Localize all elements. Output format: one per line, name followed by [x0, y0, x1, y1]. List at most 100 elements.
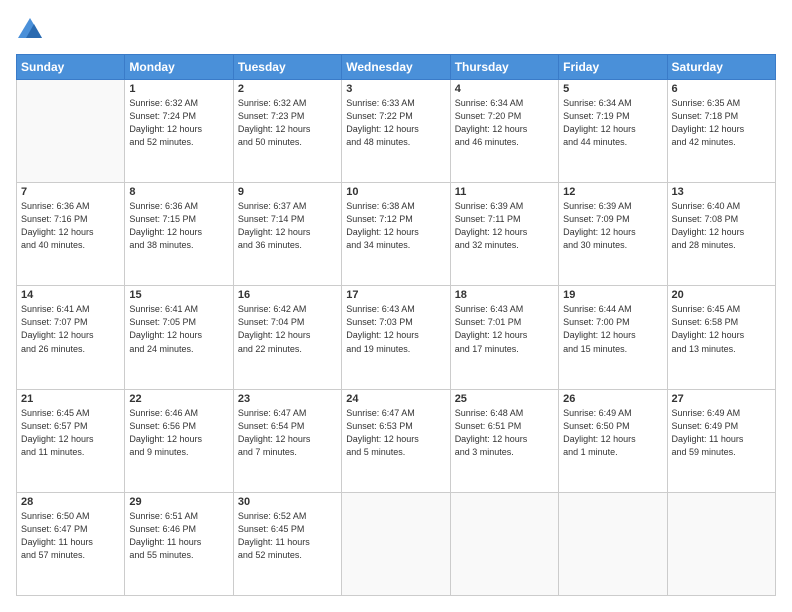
day-info: Sunrise: 6:45 AMSunset: 6:58 PMDaylight:…	[672, 303, 771, 355]
calendar-cell: 25 Sunrise: 6:48 AMSunset: 6:51 PMDayligh…	[450, 389, 558, 492]
day-info: Sunrise: 6:46 AMSunset: 6:56 PMDaylight:…	[129, 407, 228, 459]
calendar-cell: 8Sunrise: 6:36 AMSunset: 7:15 PMDaylight…	[125, 183, 233, 286]
day-info: Sunrise: 6:49 AMSunset: 6:50 PMDaylight:…	[563, 407, 662, 459]
day-info: Sunrise: 6:32 AMSunset: 7:24 PMDaylight:…	[129, 97, 228, 149]
day-info: Sunrise: 6:40 AMSunset: 7:08 PMDaylight:…	[672, 200, 771, 252]
calendar-cell	[667, 492, 775, 595]
day-info: Sunrise: 6:35 AMSunset: 7:18 PMDaylight:…	[672, 97, 771, 149]
calendar-cell: 17 Sunrise: 6:43 AMSunset: 7:03 PMDayligh…	[342, 286, 450, 389]
calendar-week-row: 28Sunrise: 6:50 AMSunset: 6:47 PMDayligh…	[17, 492, 776, 595]
day-info: Sunrise: 6:41 AMSunset: 7:05 PMDaylight:…	[129, 303, 228, 355]
calendar-cell: 23 Sunrise: 6:47 AMSunset: 6:54 PMDayligh…	[233, 389, 341, 492]
day-number: 11	[455, 186, 554, 198]
day-info: Sunrise: 6:47 AMSunset: 6:53 PMDaylight:…	[346, 407, 445, 459]
page: SundayMondayTuesdayWednesdayThursdayFrid…	[0, 0, 792, 612]
calendar-header-friday: Friday	[559, 55, 667, 80]
day-info: Sunrise: 6:36 AMSunset: 7:16 PMDaylight:…	[21, 200, 120, 252]
calendar-cell: 19 Sunrise: 6:44 AMSunset: 7:00 PMDayligh…	[559, 286, 667, 389]
calendar-header-tuesday: Tuesday	[233, 55, 341, 80]
calendar-cell: 20 Sunrise: 6:45 AMSunset: 6:58 PMDayligh…	[667, 286, 775, 389]
calendar-cell: 16Sunrise: 6:42 AMSunset: 7:04 PMDayligh…	[233, 286, 341, 389]
header	[16, 16, 776, 44]
day-info: Sunrise: 6:34 AMSunset: 7:20 PMDaylight:…	[455, 97, 554, 149]
day-number: 17	[346, 289, 445, 301]
calendar-cell: 21Sunrise: 6:45 AMSunset: 6:57 PMDayligh…	[17, 389, 125, 492]
day-number: 12	[563, 186, 662, 198]
calendar-cell	[559, 492, 667, 595]
day-number: 2	[238, 83, 337, 95]
day-info: Sunrise: 6:36 AMSunset: 7:15 PMDaylight:…	[129, 200, 228, 252]
calendar-week-row: 1 Sunrise: 6:32 AMSunset: 7:24 PMDaylight…	[17, 80, 776, 183]
calendar-week-row: 14 Sunrise: 6:41 AMSunset: 7:07 PMDayligh…	[17, 286, 776, 389]
calendar-cell: 30 Sunrise: 6:52 AMSunset: 6:45 PMDayligh…	[233, 492, 341, 595]
day-info: Sunrise: 6:45 AMSunset: 6:57 PMDaylight:…	[21, 407, 120, 459]
day-number: 3	[346, 83, 445, 95]
day-number: 13	[672, 186, 771, 198]
calendar-cell: 7 Sunrise: 6:36 AMSunset: 7:16 PMDaylight…	[17, 183, 125, 286]
day-number: 22	[129, 393, 228, 405]
calendar-cell: 3 Sunrise: 6:33 AMSunset: 7:22 PMDaylight…	[342, 80, 450, 183]
day-info: Sunrise: 6:44 AMSunset: 7:00 PMDaylight:…	[563, 303, 662, 355]
day-number: 30	[238, 496, 337, 508]
calendar-cell: 6 Sunrise: 6:35 AMSunset: 7:18 PMDaylight…	[667, 80, 775, 183]
calendar-cell: 22 Sunrise: 6:46 AMSunset: 6:56 PMDayligh…	[125, 389, 233, 492]
calendar-cell: 11 Sunrise: 6:39 AMSunset: 7:11 PMDayligh…	[450, 183, 558, 286]
day-number: 26	[563, 393, 662, 405]
calendar-week-row: 21Sunrise: 6:45 AMSunset: 6:57 PMDayligh…	[17, 389, 776, 492]
day-number: 7	[21, 186, 120, 198]
calendar-cell	[17, 80, 125, 183]
calendar-cell: 24Sunrise: 6:47 AMSunset: 6:53 PMDayligh…	[342, 389, 450, 492]
day-info: Sunrise: 6:47 AMSunset: 6:54 PMDaylight:…	[238, 407, 337, 459]
day-number: 29	[129, 496, 228, 508]
logo	[16, 16, 48, 44]
day-number: 20	[672, 289, 771, 301]
day-info: Sunrise: 6:39 AMSunset: 7:11 PMDaylight:…	[455, 200, 554, 252]
calendar-cell: 1 Sunrise: 6:32 AMSunset: 7:24 PMDaylight…	[125, 80, 233, 183]
day-info: Sunrise: 6:52 AMSunset: 6:45 PMDaylight:…	[238, 510, 337, 562]
calendar-cell: 15 Sunrise: 6:41 AMSunset: 7:05 PMDayligh…	[125, 286, 233, 389]
calendar-cell: 27Sunrise: 6:49 AMSunset: 6:49 PMDayligh…	[667, 389, 775, 492]
calendar-cell: 12 Sunrise: 6:39 AMSunset: 7:09 PMDayligh…	[559, 183, 667, 286]
day-info: Sunrise: 6:43 AMSunset: 7:03 PMDaylight:…	[346, 303, 445, 355]
day-info: Sunrise: 6:43 AMSunset: 7:01 PMDaylight:…	[455, 303, 554, 355]
day-info: Sunrise: 6:33 AMSunset: 7:22 PMDaylight:…	[346, 97, 445, 149]
calendar-cell: 2 Sunrise: 6:32 AMSunset: 7:23 PMDaylight…	[233, 80, 341, 183]
calendar-cell: 13 Sunrise: 6:40 AMSunset: 7:08 PMDayligh…	[667, 183, 775, 286]
day-number: 5	[563, 83, 662, 95]
day-info: Sunrise: 6:49 AMSunset: 6:49 PMDaylight:…	[672, 407, 771, 459]
day-number: 15	[129, 289, 228, 301]
day-number: 6	[672, 83, 771, 95]
day-number: 18	[455, 289, 554, 301]
calendar-cell: 18 Sunrise: 6:43 AMSunset: 7:01 PMDayligh…	[450, 286, 558, 389]
calendar-header-row: SundayMondayTuesdayWednesdayThursdayFrid…	[17, 55, 776, 80]
calendar-cell: 14 Sunrise: 6:41 AMSunset: 7:07 PMDayligh…	[17, 286, 125, 389]
day-number: 4	[455, 83, 554, 95]
calendar-header-monday: Monday	[125, 55, 233, 80]
calendar-cell	[450, 492, 558, 595]
day-number: 25	[455, 393, 554, 405]
day-info: Sunrise: 6:32 AMSunset: 7:23 PMDaylight:…	[238, 97, 337, 149]
day-info: Sunrise: 6:41 AMSunset: 7:07 PMDaylight:…	[21, 303, 120, 355]
day-info: Sunrise: 6:37 AMSunset: 7:14 PMDaylight:…	[238, 200, 337, 252]
day-info: Sunrise: 6:39 AMSunset: 7:09 PMDaylight:…	[563, 200, 662, 252]
calendar-cell: 29Sunrise: 6:51 AMSunset: 6:46 PMDayligh…	[125, 492, 233, 595]
calendar-week-row: 7 Sunrise: 6:36 AMSunset: 7:16 PMDaylight…	[17, 183, 776, 286]
day-number: 16	[238, 289, 337, 301]
calendar-header-thursday: Thursday	[450, 55, 558, 80]
day-number: 19	[563, 289, 662, 301]
calendar-header-sunday: Sunday	[17, 55, 125, 80]
day-info: Sunrise: 6:48 AMSunset: 6:51 PMDaylight:…	[455, 407, 554, 459]
calendar-cell: 5 Sunrise: 6:34 AMSunset: 7:19 PMDaylight…	[559, 80, 667, 183]
day-number: 28	[21, 496, 120, 508]
calendar-cell: 9 Sunrise: 6:37 AMSunset: 7:14 PMDaylight…	[233, 183, 341, 286]
calendar-header-saturday: Saturday	[667, 55, 775, 80]
day-number: 10	[346, 186, 445, 198]
calendar-cell: 26 Sunrise: 6:49 AMSunset: 6:50 PMDayligh…	[559, 389, 667, 492]
day-info: Sunrise: 6:38 AMSunset: 7:12 PMDaylight:…	[346, 200, 445, 252]
day-number: 9	[238, 186, 337, 198]
day-number: 23	[238, 393, 337, 405]
day-number: 14	[21, 289, 120, 301]
day-number: 1	[129, 83, 228, 95]
day-info: Sunrise: 6:34 AMSunset: 7:19 PMDaylight:…	[563, 97, 662, 149]
calendar-cell	[342, 492, 450, 595]
